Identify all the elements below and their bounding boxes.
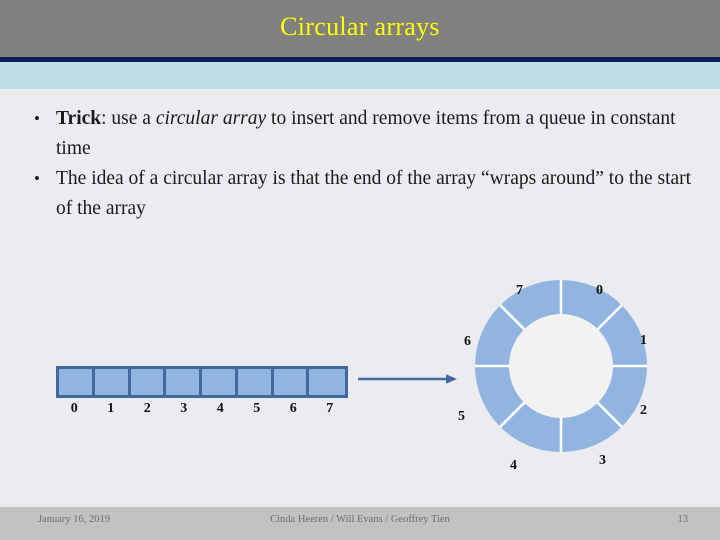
- bullet-item-1: • Trick: use a circular array to insert …: [0, 104, 720, 164]
- array-index-label: 3: [180, 401, 188, 416]
- donut-index-label-5: 5: [458, 409, 465, 424]
- bullet-marker-icon: •: [34, 109, 40, 128]
- array-cell: [273, 369, 310, 395]
- donut-index-label-6: 6: [464, 334, 471, 349]
- right-arrow-icon: [358, 374, 457, 384]
- array-index-label: 5: [253, 401, 261, 416]
- array-index-label: 4: [216, 401, 224, 416]
- bullet-marker-icon: •: [34, 169, 40, 188]
- array-index-label: 0: [70, 401, 78, 416]
- bullet-item-2: • The idea of a circular array is that t…: [0, 164, 720, 224]
- donut-index-label-2: 2: [640, 403, 647, 418]
- array-cell: [309, 369, 345, 395]
- slide-body: • Trick: use a circular array to insert …: [0, 104, 720, 224]
- array-index-labels: 0 1 2 3 4 5 6 7: [56, 401, 348, 417]
- bullet-1-segment-2: : use a: [101, 108, 156, 129]
- array-cell: [202, 369, 238, 395]
- donut-inner-hole: [509, 314, 613, 418]
- bullet-text-1: Trick: use a circular array to insert an…: [56, 104, 696, 164]
- donut-index-label-1: 1: [640, 333, 647, 348]
- array-cell: [94, 369, 131, 395]
- array-cell: [237, 369, 274, 395]
- donut-index-label-3: 3: [599, 453, 606, 468]
- array-cell: [130, 369, 167, 395]
- bullet-1-segment-1: Trick: [56, 108, 102, 129]
- donut-index-label-4: 4: [510, 458, 517, 473]
- footer-page-number: 13: [677, 514, 689, 525]
- page-title: Circular arrays: [280, 12, 440, 41]
- linear-array-diagram: 0 1 2 3 4 5 6 7: [56, 366, 348, 417]
- array-index-label: 1: [107, 401, 115, 416]
- bullet-2-segment-1: The idea of a circular array is that the…: [56, 168, 692, 219]
- array-cell-row: [56, 366, 348, 398]
- header-accent-band: [0, 62, 720, 89]
- array-cell: [59, 369, 95, 395]
- array-index-label: 6: [289, 401, 297, 416]
- donut-index-label-7: 7: [516, 283, 523, 298]
- donut-ring-graphic: [475, 280, 647, 452]
- array-cell: [166, 369, 202, 395]
- array-index-label: 2: [143, 401, 151, 416]
- bullet-1-segment-3: circular array: [155, 108, 267, 129]
- footer-authors: Cinda Heeren / Will Evans / Geoffrey Tie…: [270, 514, 450, 525]
- donut-index-label-0: 0: [596, 283, 603, 298]
- bullet-text-2: The idea of a circular array is that the…: [56, 164, 696, 224]
- array-index-label: 7: [326, 401, 334, 416]
- circular-array-diagram: 0 1 2 3 4 5 6 7: [455, 276, 665, 486]
